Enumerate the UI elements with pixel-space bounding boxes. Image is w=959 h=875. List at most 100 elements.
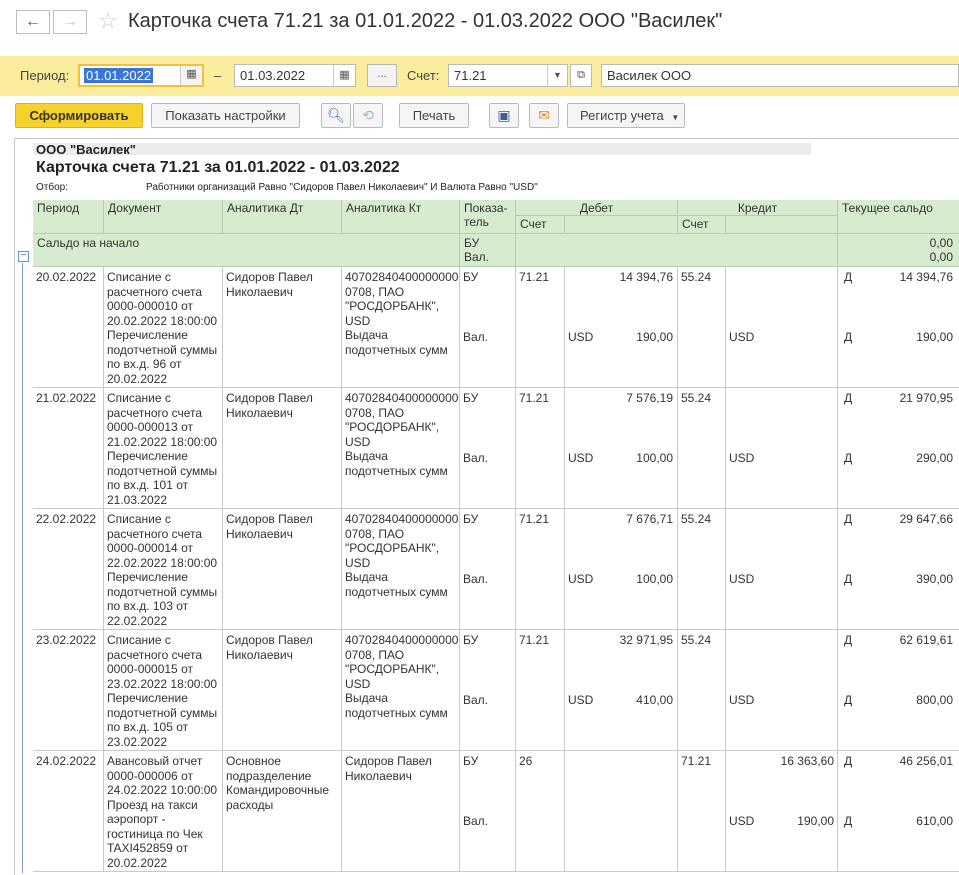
search-icon[interactable]: 🔍︎: [321, 103, 351, 128]
back-button[interactable]: ←: [16, 10, 50, 34]
row-balance-amount: 14 394,76: [899, 270, 953, 284]
row-debit-account: 71.21: [519, 633, 550, 647]
row-balance-currency-amount: 190,00: [916, 330, 953, 344]
row-indicator-bu: БУ: [463, 512, 479, 526]
row-indicator-bu: БУ: [463, 754, 479, 768]
table-cell: [565, 388, 678, 509]
row-balance-amount: 62 619,61: [899, 633, 953, 647]
row-document: Списание с расчетного счета 0000-000010 …: [107, 270, 218, 386]
table-cell: [516, 509, 565, 630]
table-cell: [726, 267, 838, 388]
row-debit-amount: 32 971,95: [619, 633, 673, 647]
row-document: Списание с расчетного счета 0000-000013 …: [107, 391, 218, 507]
row-debit-account: 26: [519, 754, 533, 768]
table-cell: [565, 509, 678, 630]
row-analytics-kt: 40702840400000000 0708, ПАО "РОСДОРБАНК"…: [345, 270, 459, 357]
table-cell: [565, 267, 678, 388]
row-indicator-val: Вал.: [463, 572, 489, 586]
row-debit-amount: 14 394,76: [619, 270, 673, 284]
table-cell: [33, 751, 104, 872]
table-cell: [565, 751, 678, 872]
table-cell: [516, 388, 565, 509]
row-debit-account: 71.21: [519, 512, 550, 526]
date-from-value: 01.01.2022: [84, 68, 154, 83]
star-icon[interactable]: ☆: [98, 9, 118, 33]
show-settings-button[interactable]: Показать настройки: [151, 103, 300, 128]
period-select-button[interactable]: ...: [367, 64, 397, 87]
table-cell: [516, 630, 565, 751]
table-cell: [726, 630, 838, 751]
open-icon[interactable]: ⧉: [570, 64, 592, 87]
arrow-left-icon: ←: [25, 13, 41, 30]
row-indicator-bu: БУ: [463, 633, 479, 647]
row-date: 22.02.2022: [36, 512, 97, 526]
table-cell: [33, 509, 104, 630]
report-spreadsheet[interactable]: ООО "Василек" Карточка счета 71.21 за 01…: [14, 138, 959, 875]
table-cell: [678, 751, 726, 872]
row-date: 24.02.2022: [36, 754, 97, 768]
report-title: Карточка счета 71.21 за 01.01.2022 - 01.…: [36, 159, 400, 176]
table-cell: [460, 388, 516, 509]
calendar-icon[interactable]: ▦: [333, 65, 355, 86]
row-analytics-kt: Сидоров Павел Николаевич: [345, 754, 432, 783]
col-credit: Кредит: [678, 200, 838, 216]
row-analytics-dt: Сидоров Павел Николаевич: [226, 270, 313, 299]
table-cell: [460, 509, 516, 630]
chevron-down-icon[interactable]: ▼: [547, 65, 567, 86]
row-indicator-val: Вал.: [463, 330, 489, 344]
generate-button[interactable]: Сформировать: [15, 103, 143, 128]
row-document: Списание с расчетного счета 0000-000014 …: [107, 512, 218, 628]
row-document: Авансовый отчет 0000-000006 от 24.02.202…: [107, 754, 218, 870]
row-indicator-val: Вал.: [463, 451, 489, 465]
row-indicator-val: Вал.: [463, 693, 489, 707]
row-document: Списание с расчетного счета 0000-000015 …: [107, 633, 218, 749]
row-analytics-kt: 40702840400000000 0708, ПАО "РОСДОРБАНК"…: [345, 633, 459, 720]
row-debit-currency-amount: 100,00: [636, 451, 673, 465]
opening-balance-1: 0,00: [929, 236, 953, 250]
table-cell: [460, 630, 516, 751]
opening-balance-2: 0,00: [929, 250, 953, 264]
date-to-value: 01.03.2022: [240, 68, 306, 83]
save-icon[interactable]: ▣: [489, 103, 519, 128]
table-cell: [516, 267, 565, 388]
table-cell: [726, 509, 838, 630]
table-cell: [33, 630, 104, 751]
col-debit-empty: [565, 216, 678, 234]
row-credit-currency: USD: [729, 572, 755, 586]
row-debit-account: 71.21: [519, 391, 550, 405]
organization-field[interactable]: Василек ООО: [601, 64, 959, 87]
row-analytics-dt: Сидоров Павел Николаевич: [226, 512, 313, 541]
row-debit-currency-amount: 410,00: [636, 693, 673, 707]
row-date: 20.02.2022: [36, 270, 97, 284]
row-credit-account: 55.24: [681, 270, 712, 284]
row-balance-amount: 29 647,66: [899, 512, 953, 526]
row-debit-amount: 7 676,71: [626, 512, 673, 526]
calendar-icon[interactable]: ▦: [180, 66, 202, 85]
row-credit-currency-amount: 190,00: [797, 814, 834, 828]
row-credit-currency: USD: [729, 330, 755, 344]
filter-label: Отбор:: [36, 182, 68, 193]
table-cell: [678, 388, 726, 509]
row-analytics-kt: 40702840400000000 0708, ПАО "РОСДОРБАНК"…: [345, 391, 459, 478]
collapse-icon[interactable]: −: [18, 251, 29, 262]
row-balance-amount: 21 970,95: [899, 391, 953, 405]
table-cell: [726, 751, 838, 872]
row-indicator-val: Вал.: [463, 814, 489, 828]
row-indicator-bu: БУ: [463, 270, 479, 284]
mail-icon[interactable]: ✉: [529, 103, 559, 128]
row-date: 23.02.2022: [36, 633, 97, 647]
table-cell: [33, 267, 104, 388]
print-button[interactable]: Печать: [399, 103, 469, 128]
opening-balance: 0,00 0,00: [838, 234, 959, 267]
table-cell: [838, 388, 959, 509]
forward-button[interactable]: →: [53, 10, 87, 34]
search-cancel-icon[interactable]: ⟲: [353, 103, 383, 128]
row-credit-currency: USD: [729, 693, 755, 707]
org-band: [33, 143, 811, 155]
register-dropdown[interactable]: Регистр учета ▼: [567, 103, 685, 128]
page-title: Карточка счета 71.21 за 01.01.2022 - 01.…: [128, 10, 723, 32]
row-credit-currency: USD: [729, 451, 755, 465]
filter-value: Работники организаций Равно "Сидоров Пав…: [146, 182, 538, 193]
col-balance: Текущее сальдо: [838, 200, 959, 234]
row-balance-currency-amount: 290,00: [916, 451, 953, 465]
